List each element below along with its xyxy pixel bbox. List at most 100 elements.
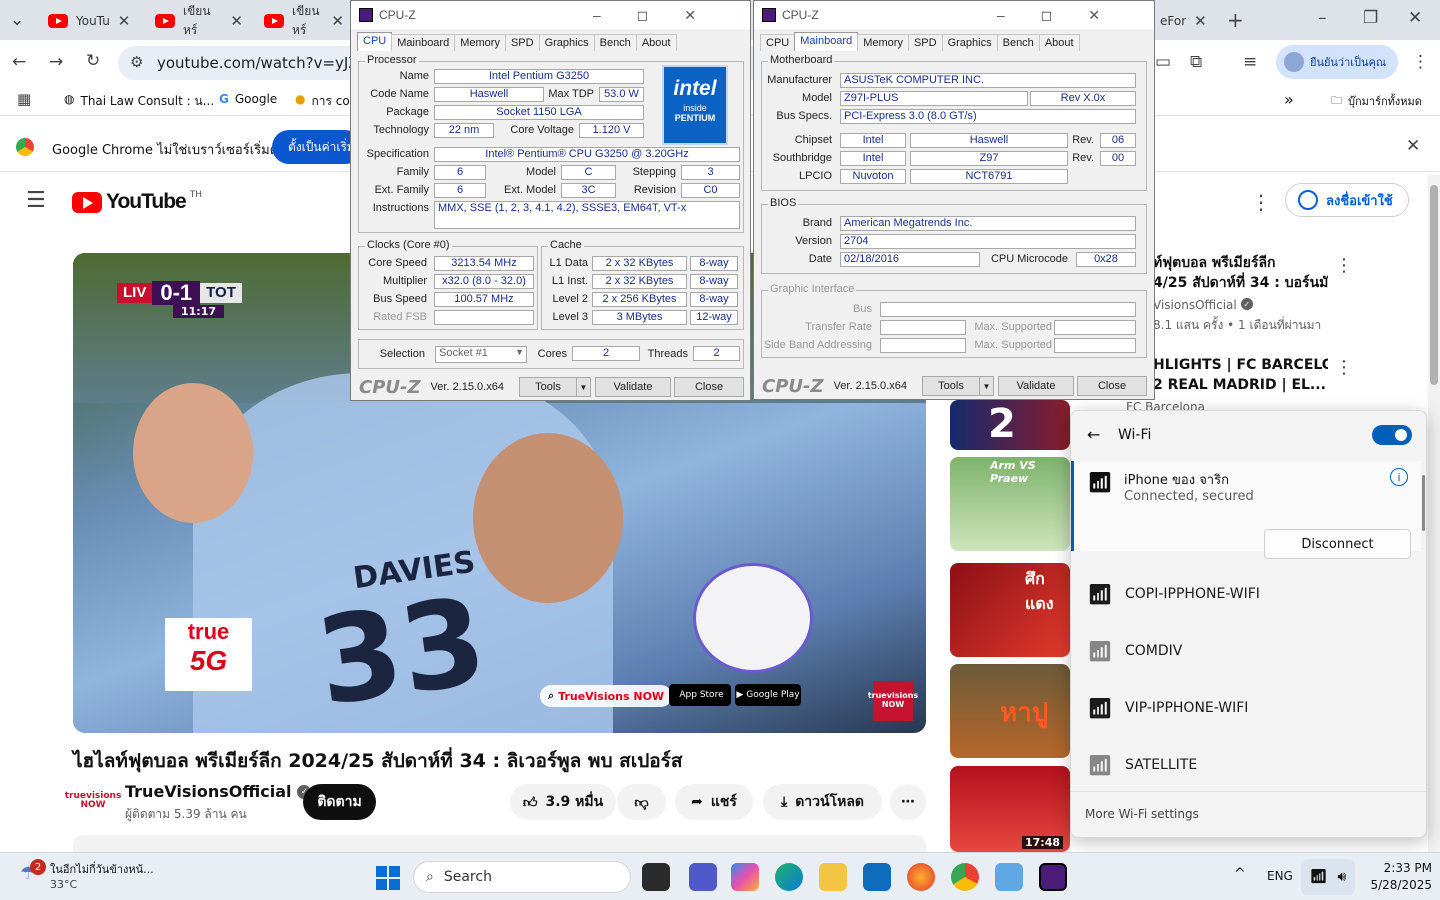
more-wifi-settings-link[interactable]: More Wi-Fi settings xyxy=(1085,807,1199,821)
rec-title[interactable]: HLIGHTS | FC BARCELONA 2 REAL MADRID | E… xyxy=(1153,355,1328,395)
tab-mainboard[interactable]: Mainboard xyxy=(794,32,859,51)
download-button[interactable]: ⤓ ดาวน์โหลด xyxy=(763,784,882,820)
tab-close-icon[interactable]: ✕ xyxy=(331,12,344,30)
network-item[interactable]: 📶︎ SATELLITE xyxy=(1071,737,1421,793)
tab-youtube[interactable]: YouTu ✕ xyxy=(38,6,143,36)
firefox-icon[interactable] xyxy=(907,863,935,891)
tab-close-icon[interactable]: ✕ xyxy=(1194,12,1207,30)
bookmark-thai-law[interactable]: ◍ Thai Law Consult : น... xyxy=(64,92,214,111)
tools-button[interactable]: Tools xyxy=(519,377,577,397)
network-item[interactable]: 📶︎ COPI-IPPHONE-WIFI xyxy=(1071,566,1421,622)
tab-write-2[interactable]: เขียนหร์ ✕ xyxy=(254,4,354,37)
tab-mainboard[interactable]: Mainboard xyxy=(391,34,456,51)
sign-in-button[interactable]: ลงชื่อเข้าใช้ xyxy=(1285,183,1409,217)
rec-thumbnail[interactable]: 2 xyxy=(950,400,1070,450)
scrollbar-thumb[interactable] xyxy=(1430,185,1438,385)
tools-dropdown-icon[interactable]: ▼ xyxy=(576,377,591,397)
set-default-button[interactable]: ตั้งเป็นค่าเริ่ม xyxy=(272,130,362,164)
close-button[interactable]: Close xyxy=(674,377,744,397)
rec-thumbnail[interactable]: 17:48 xyxy=(950,766,1070,852)
channel-name[interactable]: TrueVisionsOfficial ✓ xyxy=(125,782,312,801)
back-arrow-icon[interactable]: ← xyxy=(1087,425,1100,444)
task-view-icon[interactable] xyxy=(642,863,670,891)
chrome-icon[interactable] xyxy=(951,863,979,891)
network-app-icon[interactable] xyxy=(995,863,1023,891)
tab-search-chevron-icon[interactable]: ⌄ xyxy=(10,10,24,30)
back-icon[interactable]: ← xyxy=(12,52,26,72)
like-button[interactable]: 👍︎ 3.9 หมื่น xyxy=(510,784,616,820)
windows-start-icon[interactable] xyxy=(376,866,400,890)
rec-more-icon[interactable]: ⋮ xyxy=(1335,357,1353,378)
settings-more-icon[interactable]: ⋮ xyxy=(1251,190,1271,214)
cpuz-taskbar-icon[interactable] xyxy=(1039,863,1067,891)
input-language[interactable]: ENG xyxy=(1267,869,1293,883)
menu-hamburger-icon[interactable]: ☰ xyxy=(26,188,46,213)
flyout-scrollbar[interactable] xyxy=(1422,475,1425,531)
quick-settings-button[interactable]: 📶︎ 🔊︎ xyxy=(1301,859,1355,895)
all-bookmarks-button[interactable]: 🗀 บุ๊กมาร์กทั้งหมด xyxy=(1331,92,1422,111)
bookmark-google[interactable]: G Google xyxy=(219,92,277,106)
rec-more-icon[interactable]: ⋮ xyxy=(1335,255,1353,276)
copilot-icon[interactable] xyxy=(731,863,759,891)
wifi-toggle[interactable] xyxy=(1372,425,1412,445)
tab-bench[interactable]: Bench xyxy=(996,34,1040,51)
infobar-close-icon[interactable]: ✕ xyxy=(1406,136,1420,156)
window-controls[interactable]: –◻✕ xyxy=(593,7,732,24)
minimize-icon[interactable]: – xyxy=(1318,8,1327,28)
file-explorer-icon[interactable] xyxy=(819,863,847,891)
clock[interactable]: 2:33 PM 5/28/2025 xyxy=(1362,860,1432,894)
outlook-icon[interactable] xyxy=(863,863,891,891)
media-controls-icon[interactable]: ≡ xyxy=(1243,52,1257,72)
info-icon[interactable]: i xyxy=(1390,468,1408,486)
profile-button[interactable]: ยืนยันว่าเป็นคุณ xyxy=(1276,45,1398,79)
tab-bench[interactable]: Bench xyxy=(593,34,637,51)
cast-icon[interactable]: ▭ xyxy=(1155,52,1171,72)
share-button[interactable]: ➦ แชร์ xyxy=(675,784,753,820)
new-tab-icon[interactable]: + xyxy=(1227,8,1244,32)
tab-memory[interactable]: Memory xyxy=(454,34,506,51)
tab-graphics[interactable]: Graphics xyxy=(941,34,998,51)
rec-thumbnail[interactable]: ศึกแดง xyxy=(950,563,1070,657)
tab-graphics[interactable]: Graphics xyxy=(538,34,595,51)
subscribe-button[interactable]: ติดตาม xyxy=(303,784,376,820)
close-window-icon[interactable]: ✕ xyxy=(1408,8,1422,28)
rec-thumbnail[interactable]: Arm VS Praew xyxy=(950,457,1070,551)
tools-dropdown-icon[interactable]: ▼ xyxy=(979,376,994,396)
tab-close-icon[interactable]: ✕ xyxy=(118,12,131,30)
network-item[interactable]: 📶︎ VIP-IPPHONE-WIFI xyxy=(1071,680,1421,736)
rec-thumbnail[interactable]: หาปู xyxy=(950,664,1070,758)
bookmarks-overflow-button[interactable]: » xyxy=(1284,90,1294,109)
chrome-menu-icon[interactable]: ⋮ xyxy=(1412,52,1429,72)
close-button[interactable]: Close xyxy=(1077,376,1147,396)
tab-spd[interactable]: SPD xyxy=(504,34,540,51)
forward-icon[interactable]: → xyxy=(49,52,63,72)
tools-button[interactable]: Tools xyxy=(922,376,980,396)
show-hidden-icons-chevron-icon[interactable]: ^ xyxy=(1234,866,1246,882)
network-item[interactable]: 📶︎ COMDIV xyxy=(1071,623,1421,679)
youtube-logo[interactable]: YouTube TH xyxy=(72,190,202,214)
validate-button[interactable]: Validate xyxy=(998,376,1074,396)
tab-close-icon[interactable]: ✕ xyxy=(230,12,243,30)
teams-icon[interactable] xyxy=(689,863,717,891)
page-scrollbar[interactable] xyxy=(1428,175,1440,852)
tab-cpu[interactable]: CPU xyxy=(760,34,796,51)
tab-write-1[interactable]: เขียนหร์ ✕ xyxy=(145,4,253,37)
more-actions-button[interactable]: ⋯ xyxy=(890,784,926,820)
edge-icon[interactable] xyxy=(775,863,803,891)
window-controls[interactable]: –◻✕ xyxy=(997,7,1136,24)
site-info-icon[interactable]: ⚙ xyxy=(130,53,143,71)
rec-title[interactable]: ท์ฟุตบอล พรีเมียร์ลีก 4/25 สัปดาห์ที่ 34… xyxy=(1153,253,1328,293)
reload-icon[interactable]: ↻ xyxy=(86,51,100,71)
tab-efor[interactable]: eFor ✕ xyxy=(1150,6,1215,36)
validate-button[interactable]: Validate xyxy=(595,377,671,397)
dislike-button[interactable]: 👎︎ xyxy=(617,784,666,820)
bookmark-co[interactable]: ● การ co xyxy=(295,92,350,111)
tab-about[interactable]: About xyxy=(1038,34,1080,51)
tab-cpu[interactable]: CPU xyxy=(357,32,393,51)
rec-channel[interactable]: VisionsOfficial ✓ xyxy=(1153,298,1253,312)
extensions-icon[interactable]: ⧉ xyxy=(1190,52,1202,72)
channel-avatar[interactable]: truevisions NOW xyxy=(65,786,122,816)
socket-select[interactable]: Socket #1 ▼ xyxy=(435,346,527,363)
tab-memory[interactable]: Memory xyxy=(857,34,909,51)
disconnect-button[interactable]: Disconnect xyxy=(1264,529,1411,559)
